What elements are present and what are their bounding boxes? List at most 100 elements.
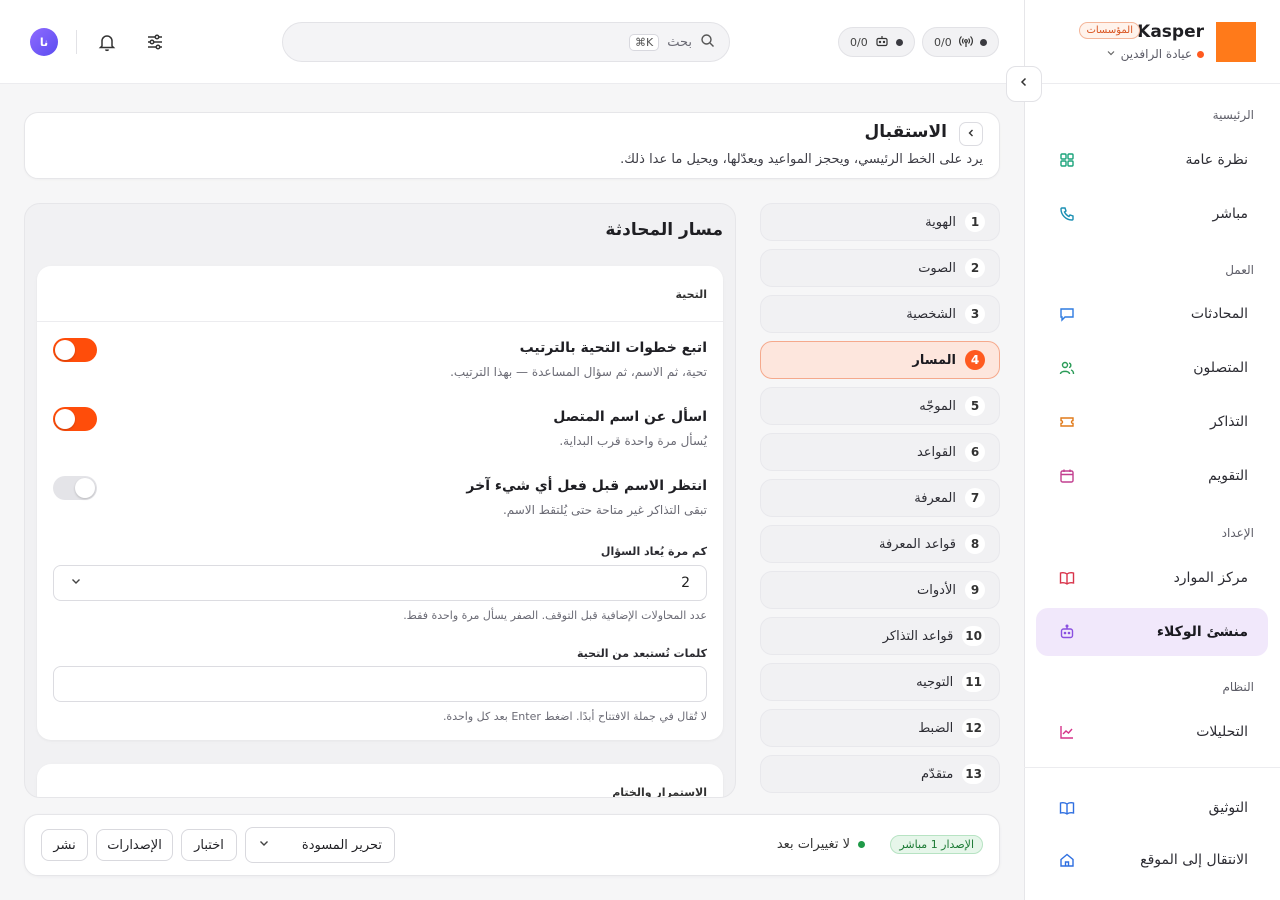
active-agents-counter[interactable]: 0/0	[838, 27, 915, 57]
draft-status: لا تغييرات بعد	[777, 837, 865, 852]
org-switcher[interactable]: عيادة الرافدين	[1106, 47, 1204, 61]
plan-badge: المؤسسات	[1079, 22, 1140, 39]
step-label: متقدّم	[920, 766, 954, 782]
step-tuning[interactable]: 12 الضبط	[760, 709, 1000, 747]
sidebar-item-overview[interactable]: نظرة عامة	[1036, 136, 1268, 184]
toggle-follow-greeting-order[interactable]	[53, 338, 97, 362]
versions-button[interactable]: الإصدارات	[96, 829, 173, 861]
sidebar-item-callers[interactable]: المتصلون	[1036, 344, 1268, 392]
topbar-divider	[76, 30, 77, 54]
search-placeholder: بحث	[667, 34, 692, 50]
status-dot	[895, 38, 903, 46]
step-identity[interactable]: 1 الهوية	[760, 203, 1000, 241]
live-calls-counter[interactable]: 0/0	[922, 27, 999, 57]
card-header: الاستمرار والختام	[612, 786, 707, 798]
retry-count-select[interactable]: 2	[53, 565, 707, 601]
live-version-badge: الإصدار 1 مباشر	[890, 835, 983, 854]
greeting-card: التحية اتبع خطوات التحية بالترتيب تحية، …	[37, 266, 723, 740]
excluded-words-input[interactable]	[53, 666, 707, 702]
step-number: 6	[965, 442, 985, 462]
toggle-knob	[55, 340, 75, 360]
draft-status-text: لا تغييرات بعد	[776, 837, 850, 852]
sidebar-item-resources[interactable]: مركز الموارد	[1036, 554, 1268, 602]
setting-title: اسأل عن اسم المتصل	[553, 409, 707, 425]
select-value: 2	[681, 575, 690, 591]
publish-button[interactable]: نشر	[41, 829, 88, 861]
step-tools[interactable]: 9 الأدوات	[760, 571, 1000, 609]
search-shortcut: ⌘K	[629, 33, 660, 51]
nav-section-setup: الإعداد	[1221, 526, 1254, 540]
calendar-icon	[1058, 467, 1076, 485]
ticket-icon	[1058, 413, 1076, 431]
page-header: الاستقبال يرد على الخط الرئيسي، ويحجز ال…	[24, 112, 1000, 179]
select-value: تحرير المسودة	[301, 837, 382, 853]
sidebar-item-label: التذاكر	[1209, 414, 1248, 430]
test-button[interactable]: اختبار	[181, 829, 237, 861]
sidebar-item-label: التقويم	[1208, 468, 1248, 484]
brand-logo[interactable]	[1216, 22, 1256, 62]
card-divider	[37, 321, 723, 322]
bell-icon[interactable]	[95, 30, 119, 54]
chevron-left-icon	[1018, 76, 1030, 92]
brand-name: Kasper	[1137, 22, 1204, 42]
step-label: المعرفة	[914, 490, 956, 506]
step-flow[interactable]: 4 المسار	[760, 341, 1000, 379]
page-title: الاستقبال	[864, 122, 947, 142]
step-rules[interactable]: 6 القواعد	[760, 433, 1000, 471]
back-button[interactable]	[959, 122, 983, 146]
avatar[interactable]: نا	[30, 28, 58, 56]
broadcast-icon	[958, 34, 973, 51]
sidebar-item-label: الانتقال إلى الموقع	[1140, 852, 1248, 868]
toggle-wait-for-name[interactable]	[53, 476, 97, 500]
phone-icon	[1058, 205, 1076, 223]
status-dot	[1197, 50, 1204, 58]
toggle-knob	[75, 478, 95, 498]
step-label: الضبط	[918, 720, 954, 736]
sidebar-item-conversations[interactable]: المحادثات	[1036, 290, 1268, 338]
toggle-knob	[55, 409, 75, 429]
nav-section-system: النظام	[1222, 680, 1254, 694]
sidebar-item-calendar[interactable]: التقويم	[1036, 452, 1268, 500]
setting-title: اتبع خطوات التحية بالترتيب	[519, 340, 707, 356]
retry-count-hint: عدد المحاولات الإضافية قبل التوقف. الصفر…	[403, 609, 707, 622]
step-knowledge[interactable]: 7 المعرفة	[760, 479, 1000, 517]
sidebar-item-go-to-site[interactable]: الانتقال إلى الموقع	[1036, 836, 1268, 884]
card-header: التحية	[675, 288, 707, 301]
collapse-sidebar-button[interactable]	[1006, 66, 1042, 102]
step-number: 12	[962, 718, 985, 738]
sidebar-item-live[interactable]: مباشر	[1036, 190, 1268, 238]
step-personality[interactable]: 3 الشخصية	[760, 295, 1000, 333]
step-label: التوجيه	[916, 674, 954, 690]
step-label: الشخصية	[906, 306, 956, 322]
sidebar-item-label: التحليلات	[1196, 724, 1248, 740]
step-prompt[interactable]: 5 الموجّه	[760, 387, 1000, 425]
sidebar-item-label: المحادثات	[1190, 306, 1248, 322]
toggle-ask-caller-name[interactable]	[53, 407, 97, 431]
step-number: 9	[965, 580, 985, 600]
step-number: 5	[965, 396, 985, 416]
step-label: قواعد التذاكر	[882, 628, 954, 644]
sidebar-item-agent-builder[interactable]: منشئ الوكلاء	[1036, 608, 1268, 656]
step-knowledge-bases[interactable]: 8 قواعد المعرفة	[760, 525, 1000, 563]
sidebar-item-label: مركز الموارد	[1173, 570, 1248, 586]
sidebar-item-tickets[interactable]: التذاكر	[1036, 398, 1268, 446]
users-icon	[1058, 359, 1076, 377]
sidebar-item-analytics[interactable]: التحليلات	[1036, 708, 1268, 756]
step-advanced[interactable]: 13 متقدّم	[760, 755, 1000, 793]
sidebar-item-label: التوثيق	[1208, 800, 1248, 816]
sliders-icon[interactable]	[143, 30, 167, 54]
step-label: المسار	[912, 352, 956, 368]
brand-header: Kasper المؤسسات عيادة الرافدين	[1024, 0, 1280, 84]
nav-section-work: العمل	[1225, 263, 1254, 277]
edit-mode-select[interactable]: تحرير المسودة	[245, 827, 395, 863]
step-voice[interactable]: 2 الصوت	[760, 249, 1000, 287]
step-ticket-rules[interactable]: 10 قواعد التذاكر	[760, 617, 1000, 655]
sidebar-item-docs[interactable]: التوثيق	[1036, 784, 1268, 832]
step-number: 10	[962, 626, 985, 646]
excluded-words-hint: لا تُقال في جملة الافتتاح أبدًا. اضغط En…	[442, 710, 707, 723]
step-routing[interactable]: 11 التوجيه	[760, 663, 1000, 701]
grid-icon	[1058, 151, 1076, 169]
search-bar[interactable]: بحث ⌘K	[282, 22, 730, 62]
robot-icon	[875, 34, 889, 51]
chat-icon	[1058, 305, 1076, 323]
